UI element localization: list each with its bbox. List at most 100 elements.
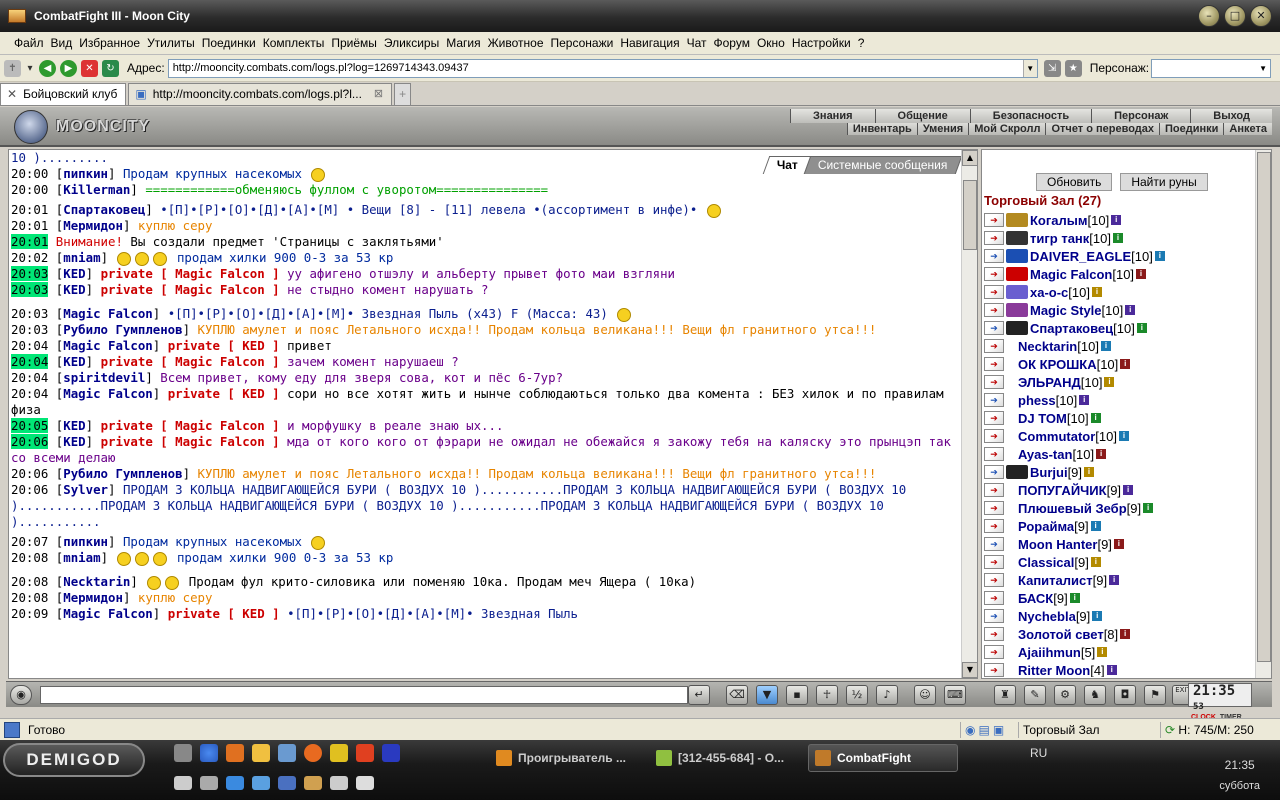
user-name[interactable]: Золотой свет xyxy=(1018,627,1104,642)
game-menu-item[interactable]: Анкета xyxy=(1223,123,1272,135)
menu-item[interactable]: Персонажи xyxy=(551,36,614,50)
address-input[interactable]: http://mooncity.combats.com/logs.pl?log=… xyxy=(167,58,1038,78)
fraction-icon[interactable]: ½ xyxy=(846,685,868,705)
user-name[interactable]: Classical xyxy=(1018,555,1074,570)
menu-item[interactable]: Настройки xyxy=(792,36,851,50)
tab-close-icon[interactable]: ✕ xyxy=(7,87,17,105)
save-icon[interactable]: ▪ xyxy=(786,685,808,705)
menu-item[interactable]: Навигация xyxy=(620,36,679,50)
user-info-icon[interactable]: i xyxy=(1069,593,1080,603)
menu-item[interactable]: Чат xyxy=(687,36,707,50)
share-icon[interactable] xyxy=(200,776,218,790)
private-message-icon[interactable]: ➔ xyxy=(984,573,1004,587)
r-app-icon[interactable] xyxy=(356,744,374,762)
user-name[interactable]: Necktarin xyxy=(1018,339,1077,354)
start-button[interactable]: DEMIGOD xyxy=(3,743,145,777)
user-info-icon[interactable]: i xyxy=(1090,557,1101,567)
user-info-icon[interactable]: i xyxy=(1125,305,1136,315)
game-menu-item[interactable]: Общение xyxy=(874,109,970,123)
user-list-scrollbar[interactable] xyxy=(1255,150,1271,678)
chrome-icon[interactable] xyxy=(200,744,218,762)
private-message-icon[interactable]: ➔ xyxy=(984,357,1004,371)
message-author[interactable]: KED xyxy=(63,354,85,369)
private-message-icon[interactable]: ➔ xyxy=(984,213,1004,227)
user-name[interactable]: ха-о-с xyxy=(1030,285,1068,300)
back-icon[interactable]: ◀ xyxy=(39,59,56,77)
user-name[interactable]: Капиталист xyxy=(1018,573,1093,588)
user-info-icon[interactable]: i xyxy=(1113,539,1124,549)
window-icon[interactable] xyxy=(252,776,270,790)
user-info-icon[interactable]: i xyxy=(1118,431,1129,441)
message-time[interactable]: 20:07 xyxy=(11,534,48,549)
chat-mode-icon[interactable]: ◉ xyxy=(10,685,32,705)
message-author[interactable]: KED xyxy=(63,266,85,281)
beetle-icon[interactable] xyxy=(330,744,348,762)
menu-item[interactable]: Животное xyxy=(488,36,544,50)
private-message-icon[interactable]: ➔ xyxy=(984,591,1004,605)
user-info-icon[interactable]: i xyxy=(1090,521,1101,531)
message-time[interactable]: 20:01 xyxy=(11,218,48,233)
message-author[interactable]: spiritdevil xyxy=(63,370,145,385)
user-name[interactable]: Commutator xyxy=(1018,429,1095,444)
refresh-button[interactable]: Обновить xyxy=(1036,173,1113,191)
user-name[interactable]: Плюшевый Зебр xyxy=(1018,501,1127,516)
chat-scrollbar[interactable]: ▲ ▼ xyxy=(961,150,978,678)
user-info-icon[interactable]: i xyxy=(1100,341,1111,351)
game-menu-item[interactable]: Поединки xyxy=(1159,123,1224,135)
quill-icon[interactable]: ✎ xyxy=(1024,685,1046,705)
menu-item[interactable]: Вид xyxy=(51,36,73,50)
bag-icon[interactable]: ◘ xyxy=(1114,685,1136,705)
message-time[interactable]: 20:09 xyxy=(11,606,48,621)
user-name[interactable]: ПОПУГАЙЧИК xyxy=(1018,483,1107,498)
scroll-down-icon[interactable]: ▼ xyxy=(962,662,978,678)
ie-icon[interactable] xyxy=(226,776,244,790)
menu-item[interactable]: Эликсиры xyxy=(384,36,439,50)
persona-select[interactable]: ▼ xyxy=(1151,58,1272,78)
private-message-icon[interactable]: ➔ xyxy=(984,231,1004,245)
message-author[interactable]: mniam xyxy=(63,550,100,565)
item-icon[interactable]: ♜ xyxy=(994,685,1016,705)
private-message-icon[interactable]: ➔ xyxy=(984,267,1004,281)
private-message-icon[interactable]: ➔ xyxy=(984,249,1004,263)
private-recipient[interactable]: private [ Magic Falcon ] xyxy=(101,354,280,369)
private-recipient[interactable]: private [ Magic Falcon ] xyxy=(101,266,280,281)
go-icon[interactable]: ⇲ xyxy=(1043,59,1061,77)
message-time[interactable]: 20:00 xyxy=(11,166,48,181)
message-author[interactable]: KED xyxy=(63,282,85,297)
user-name[interactable]: Рорайма xyxy=(1018,519,1074,534)
message-time[interactable]: 20:00 xyxy=(11,182,48,197)
private-recipient[interactable]: private [ KED ] xyxy=(168,606,280,621)
private-recipient[interactable]: private [ Magic Falcon ] xyxy=(101,434,280,449)
address-dropdown-icon[interactable]: ▼ xyxy=(1022,59,1037,77)
menu-item[interactable]: Файл xyxy=(14,36,44,50)
message-time[interactable]: 20:04 xyxy=(11,338,48,353)
scroll-up-icon[interactable]: ▲ xyxy=(962,150,978,166)
game-menu-item[interactable]: Безопасность xyxy=(969,109,1092,123)
user-name[interactable]: DAIVER_EAGLE xyxy=(1030,249,1131,264)
user-name[interactable]: ЭЛЬРАНД xyxy=(1018,375,1081,390)
maximize-button[interactable]: □ xyxy=(1224,5,1246,27)
message-author[interactable]: KED xyxy=(63,434,85,449)
menu-item[interactable]: Окно xyxy=(757,36,785,50)
tray-clock[interactable]: 21:35 суббота xyxy=(1219,758,1260,792)
game-menu-item[interactable]: Отчет о переводах xyxy=(1045,123,1160,135)
favorites-icon[interactable]: ★ xyxy=(1064,59,1082,77)
message-time[interactable]: 20:01 xyxy=(11,234,49,249)
smiley-icon[interactable]: ☺ xyxy=(914,685,936,705)
clan-icon[interactable] xyxy=(1006,303,1028,317)
cmd-icon[interactable] xyxy=(356,776,374,790)
message-time[interactable]: 20:04 xyxy=(11,386,48,401)
clan-icon[interactable] xyxy=(1006,249,1028,263)
clan-icon[interactable] xyxy=(1006,267,1028,281)
language-indicator[interactable]: RU xyxy=(1030,746,1047,760)
user-name[interactable]: БАСК xyxy=(1018,591,1053,606)
user-info-icon[interactable]: i xyxy=(1109,575,1120,585)
user-info-icon[interactable]: i xyxy=(1136,323,1147,333)
picture-icon[interactable] xyxy=(278,744,296,762)
message-time[interactable]: 20:06 xyxy=(11,482,48,497)
keyboard-icon[interactable]: ⌨ xyxy=(944,685,966,705)
message-author[interactable]: KED xyxy=(63,418,85,433)
clan-icon[interactable] xyxy=(1006,465,1028,479)
user-info-icon[interactable]: i xyxy=(1123,485,1134,495)
dropdown-icon[interactable]: ▾ xyxy=(25,60,35,77)
